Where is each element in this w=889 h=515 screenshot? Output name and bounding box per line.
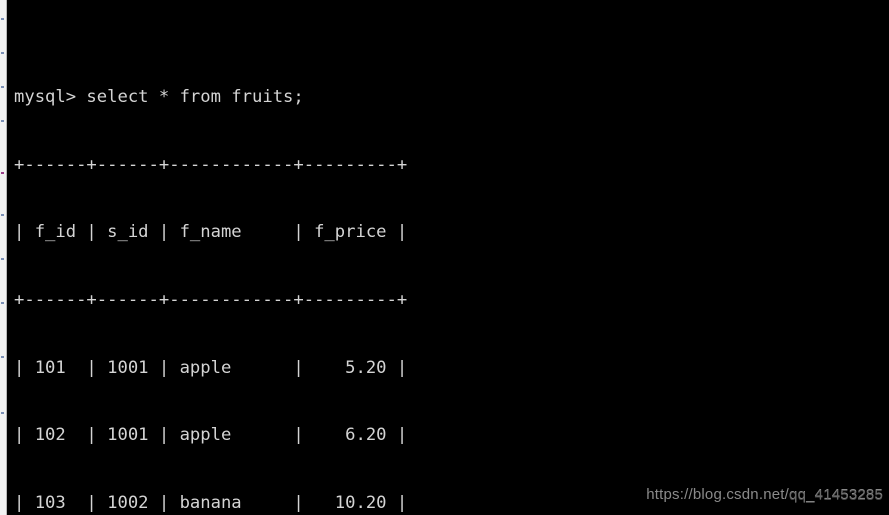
scrollbar-tick (1, 214, 4, 216)
table-row: | 102 | 1001 | apple | 6.20 | (14, 425, 408, 446)
scrollbar-tick (1, 412, 4, 414)
scrollbar-tick (1, 356, 4, 358)
scrollbar-tick (1, 120, 4, 122)
prompt-line: mysql> select * from fruits; (14, 87, 304, 108)
table-border-top: +------+------+------------+---------+ (14, 154, 408, 175)
watermark: https://blog.csdn.net/qq_41453285 qq_4145… (646, 486, 883, 504)
terminal-window: mysql> select * from fruits; +------+---… (0, 0, 889, 515)
window-left-scrollbar-edge[interactable] (0, 0, 7, 515)
scrollbar-tick (1, 302, 4, 304)
watermark-ghost: qq_41453285 (789, 487, 883, 504)
scrollbar-tick (1, 86, 4, 88)
scrollbar-tick (1, 18, 4, 20)
scrollbar-tick (1, 172, 4, 174)
table-row: | 101 | 1001 | apple | 5.20 | (14, 357, 408, 378)
scrollbar-tick (1, 52, 4, 54)
table-border-header: +------+------+------------+---------+ (14, 290, 408, 311)
table-header-row: | f_id | s_id | f_name | f_price | (14, 222, 408, 243)
terminal-output[interactable]: mysql> select * from fruits; +------+---… (14, 0, 889, 515)
scrollbar-tick (1, 258, 4, 260)
